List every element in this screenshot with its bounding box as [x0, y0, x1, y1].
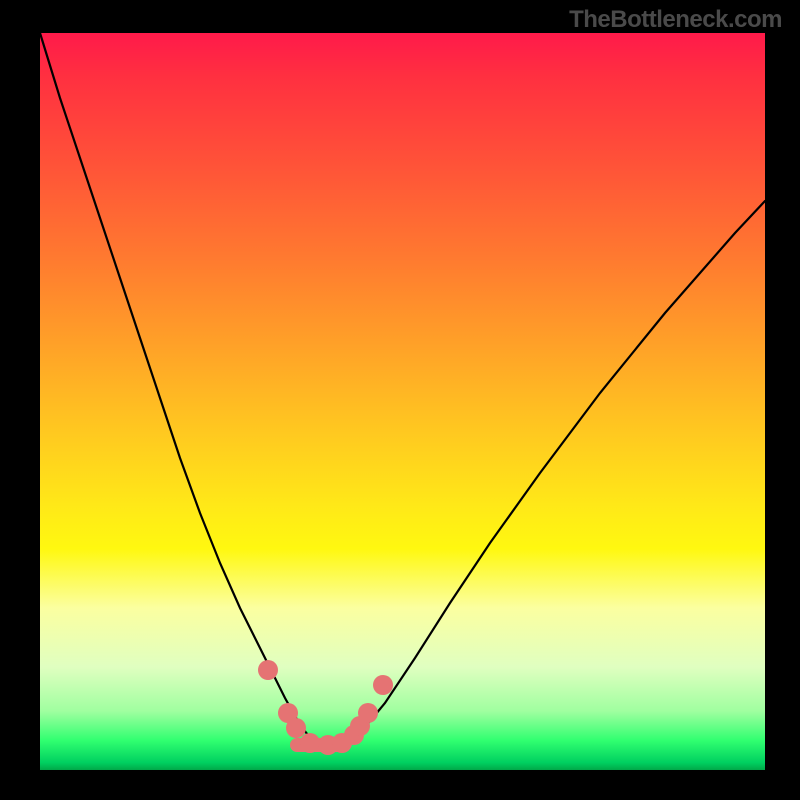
- marker-right-3: [358, 703, 378, 723]
- marker-group: [258, 660, 393, 755]
- marker-right-4: [373, 675, 393, 695]
- marker-left-1: [258, 660, 278, 680]
- plot-area: [40, 33, 765, 770]
- marker-left-3: [286, 718, 306, 738]
- marker-bottom-1: [300, 733, 320, 753]
- chart-frame: TheBottleneck.com: [0, 0, 800, 800]
- bottleneck-curve: [40, 33, 765, 745]
- watermark-text: TheBottleneck.com: [569, 6, 782, 34]
- chart-svg: [40, 33, 765, 770]
